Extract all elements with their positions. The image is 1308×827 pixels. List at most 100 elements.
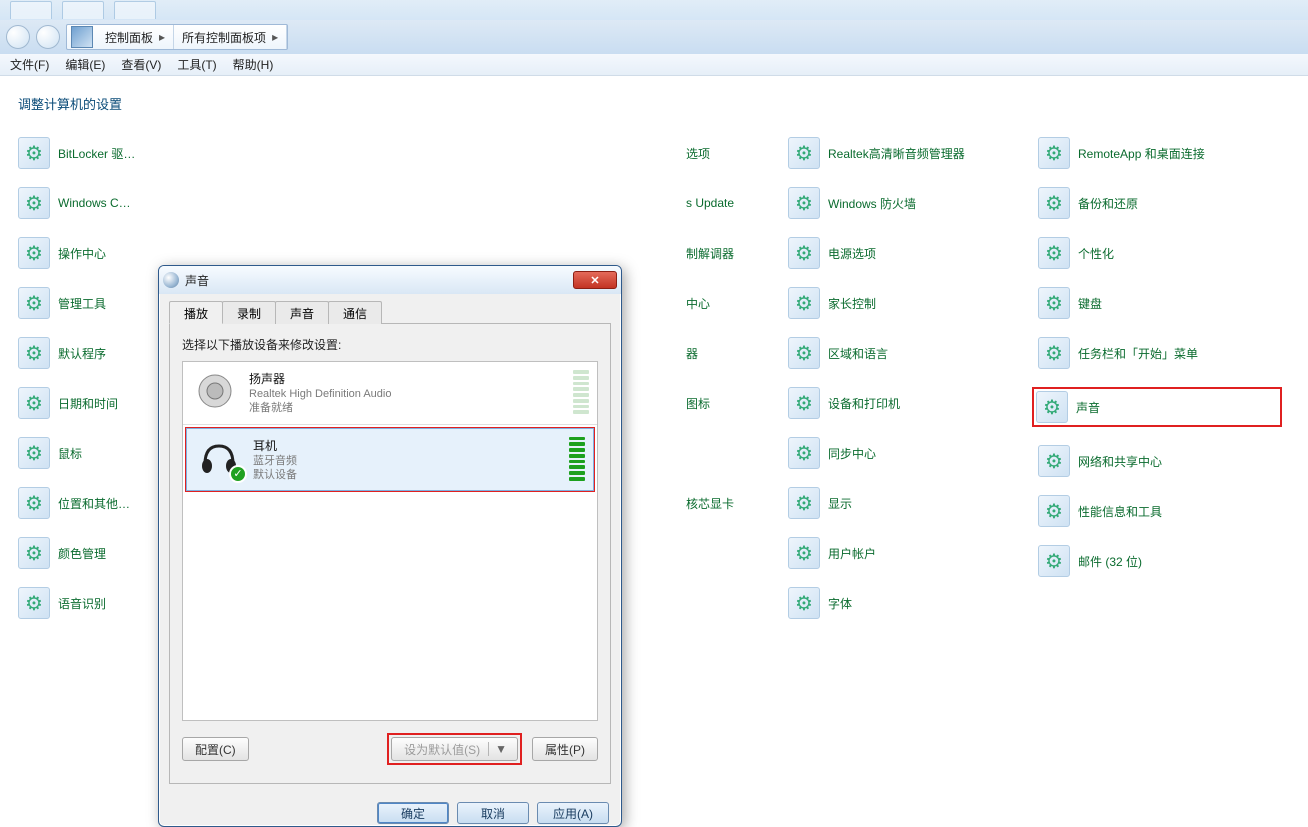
tab-recording[interactable]: 录制 bbox=[222, 301, 276, 324]
browser-tab[interactable] bbox=[10, 1, 52, 19]
apply-button[interactable]: 应用(A) bbox=[537, 802, 609, 824]
device-name: 耳机 bbox=[253, 437, 559, 454]
browser-tab[interactable] bbox=[114, 1, 156, 19]
cp-item-icon: ⚙ bbox=[1038, 287, 1070, 319]
cp-item-icon: ⚙ bbox=[1038, 445, 1070, 477]
nav-back-button[interactable] bbox=[6, 25, 30, 49]
cp-col4-item[interactable]: ⚙ 电源选项 bbox=[782, 237, 1032, 269]
cp-item-icon: ⚙ bbox=[788, 237, 820, 269]
device-driver: Realtek High Definition Audio bbox=[249, 387, 563, 401]
cp-col3-item[interactable]: ⚙中心 bbox=[640, 287, 782, 319]
cp-item-label: 核芯显卡 bbox=[686, 495, 734, 512]
menu-help[interactable]: 帮助(H) bbox=[227, 54, 280, 75]
cp-col5-item[interactable]: ⚙备份和还原 bbox=[1032, 187, 1282, 219]
cp-item-icon: ⚙ bbox=[18, 337, 50, 369]
cp-col1-item[interactable]: ⚙ Windows C… bbox=[12, 187, 262, 219]
cp-col5-item[interactable]: ⚙ 网络和共享中心 bbox=[1032, 445, 1282, 477]
ok-button[interactable]: 确定 bbox=[377, 802, 449, 824]
cp-item-label: 性能信息和工具 bbox=[1078, 503, 1162, 520]
cp-item-label: 家长控制 bbox=[828, 295, 876, 312]
nav-forward-button[interactable] bbox=[36, 25, 60, 49]
cp-item-label: 个性化 bbox=[1078, 245, 1114, 262]
menu-edit[interactable]: 编辑(E) bbox=[59, 54, 111, 75]
cp-col5-item[interactable]: ⚙个性化 bbox=[1032, 237, 1282, 269]
cp-col3-item[interactable]: ⚙ bbox=[640, 437, 782, 469]
speaker-icon bbox=[191, 370, 239, 412]
cp-col3-item[interactable]: ⚙s Update bbox=[640, 187, 782, 219]
cp-col4-item[interactable]: ⚙Realtek高清晰音频管理器 bbox=[782, 137, 1032, 169]
cp-col3-item[interactable]: ⚙器 bbox=[640, 337, 782, 369]
cp-item-icon: ⚙ bbox=[788, 487, 820, 519]
configure-button[interactable]: 配置(C) bbox=[182, 737, 249, 761]
cp-item-icon: ⚙ bbox=[788, 137, 820, 169]
device-speakers[interactable]: 扬声器 Realtek High Definition Audio 准备就绪 bbox=[183, 362, 597, 425]
device-headphones[interactable]: ✓ 耳机 蓝牙音频 默认设备 bbox=[186, 428, 594, 492]
tab-sounds[interactable]: 声音 bbox=[275, 301, 329, 324]
cp-col4-item[interactable]: ⚙ Windows 防火墙 bbox=[782, 187, 1032, 219]
cp-col3-item[interactable]: ⚙核芯显卡 bbox=[640, 487, 782, 519]
cp-item-icon: ⚙ bbox=[788, 337, 820, 369]
cp-col4-item[interactable]: ⚙同步中心 bbox=[782, 437, 1032, 469]
cp-col3-item[interactable]: ⚙选项 bbox=[640, 137, 782, 169]
breadcrumb-box[interactable]: 控制面板 所有控制面板项 bbox=[66, 24, 288, 50]
cp-item-icon: ⚙ bbox=[788, 587, 820, 619]
cp-item-icon: ⚙ bbox=[18, 237, 50, 269]
set-default-button[interactable]: 设为默认值(S) ▼ bbox=[391, 737, 518, 761]
browser-tab[interactable] bbox=[62, 1, 104, 19]
cp-item-icon: ⚙ bbox=[788, 287, 820, 319]
cancel-button[interactable]: 取消 bbox=[457, 802, 529, 824]
cp-col1-item[interactable]: ⚙BitLocker 驱… bbox=[12, 137, 262, 169]
breadcrumb[interactable]: 所有控制面板项 bbox=[174, 25, 287, 49]
cp-item-icon: ⚙ bbox=[18, 387, 50, 419]
cp-col4-item[interactable]: ⚙区域和语言 bbox=[782, 337, 1032, 369]
cp-item-label: 选项 bbox=[686, 145, 710, 162]
cp-item-label: 字体 bbox=[828, 595, 852, 612]
cp-col4-item[interactable]: ⚙用户帐户 bbox=[782, 537, 1032, 569]
dialog-title-bar[interactable]: 声音 ✕ bbox=[159, 266, 621, 294]
cp-item-label: 中心 bbox=[686, 295, 710, 312]
device-status: 默认设备 bbox=[253, 468, 559, 482]
cp-col4-item[interactable]: ⚙设备和打印机 bbox=[782, 387, 1032, 419]
cp-item-label: 备份和还原 bbox=[1078, 195, 1138, 212]
cp-col5-item[interactable]: ⚙任务栏和「开始」菜单 bbox=[1032, 337, 1282, 369]
chevron-down-icon[interactable]: ▼ bbox=[488, 742, 513, 756]
playback-device-list[interactable]: 扬声器 Realtek High Definition Audio 准备就绪 ✓ bbox=[182, 361, 598, 721]
cp-col5-item[interactable]: ⚙声音 bbox=[1032, 387, 1282, 427]
cp-item-label: Windows C… bbox=[58, 196, 131, 210]
cp-item-icon: ⚙ bbox=[18, 137, 50, 169]
cp-item-label: 语音识别 bbox=[58, 595, 106, 612]
tab-playback[interactable]: 播放 bbox=[169, 301, 223, 324]
cp-item-label: Windows 防火墙 bbox=[828, 195, 916, 212]
browser-tab-strip bbox=[0, 0, 1308, 20]
cp-col4-item[interactable]: ⚙ 字体 bbox=[782, 587, 1032, 619]
level-meter bbox=[569, 437, 585, 481]
cp-item-icon: ⚙ bbox=[788, 187, 820, 219]
properties-button[interactable]: 属性(P) bbox=[532, 737, 598, 761]
address-bar: 控制面板 所有控制面板项 bbox=[0, 20, 1308, 54]
cp-col5-item[interactable]: ⚙邮件 (32 位) bbox=[1032, 545, 1282, 577]
cp-item-label: 位置和其他… bbox=[58, 495, 130, 512]
cp-item-icon: ⚙ bbox=[1038, 337, 1070, 369]
cp-item-icon: ⚙ bbox=[18, 187, 50, 219]
cp-item-icon: ⚙ bbox=[788, 387, 820, 419]
menu-tools[interactable]: 工具(T) bbox=[171, 54, 222, 75]
cp-item-label: 操作中心 bbox=[58, 245, 106, 262]
cp-item-label: 电源选项 bbox=[828, 245, 876, 262]
cp-item-label: 显示 bbox=[828, 495, 852, 512]
tab-communications[interactable]: 通信 bbox=[328, 301, 382, 324]
close-button[interactable]: ✕ bbox=[573, 271, 617, 289]
menu-file[interactable]: 文件(F) bbox=[4, 54, 55, 75]
cp-col3-item[interactable]: ⚙制解调器 bbox=[640, 237, 782, 269]
set-default-label: 设为默认值(S) bbox=[404, 741, 480, 758]
cp-item-icon: ⚙ bbox=[1038, 545, 1070, 577]
menu-view[interactable]: 查看(V) bbox=[115, 54, 167, 75]
cp-col5-item[interactable]: ⚙键盘 bbox=[1032, 287, 1282, 319]
cp-col4-item[interactable]: ⚙ 家长控制 bbox=[782, 287, 1032, 319]
cp-item-label: 网络和共享中心 bbox=[1078, 453, 1162, 470]
cp-col5-item[interactable]: ⚙性能信息和工具 bbox=[1032, 495, 1282, 527]
cp-col3-item[interactable]: ⚙图标 bbox=[640, 387, 782, 419]
cp-item-icon: ⚙ bbox=[18, 537, 50, 569]
breadcrumb[interactable]: 控制面板 bbox=[97, 25, 174, 49]
cp-col5-item[interactable]: ⚙RemoteApp 和桌面连接 bbox=[1032, 137, 1282, 169]
cp-col4-item[interactable]: ⚙ 显示 bbox=[782, 487, 1032, 519]
